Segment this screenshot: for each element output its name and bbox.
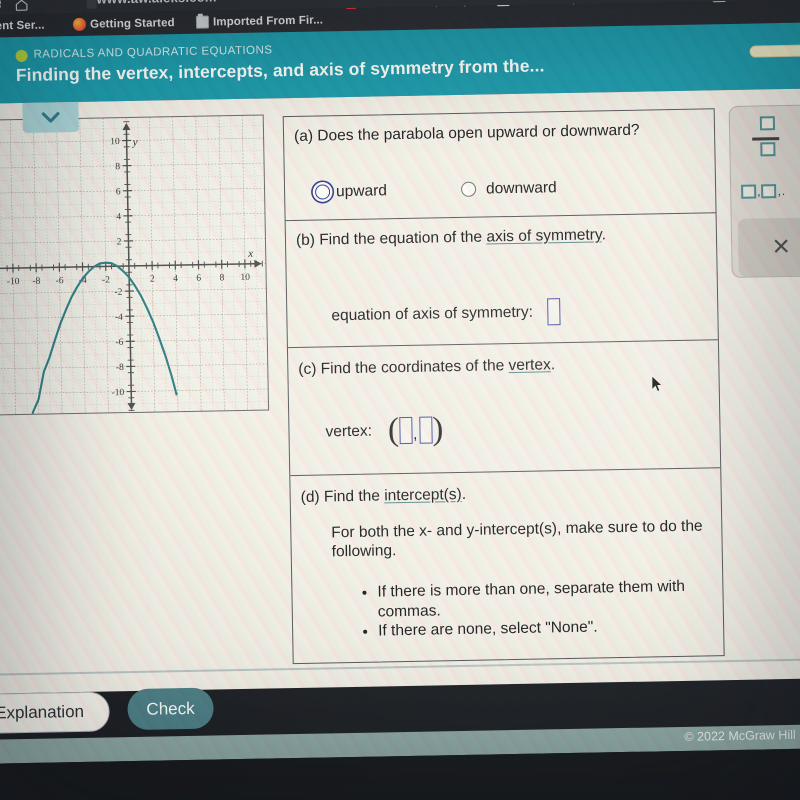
topic-status-dot-icon: [15, 49, 28, 63]
list-item: If there is more than one, separate them…: [377, 576, 715, 621]
svg-text:-2: -2: [102, 275, 110, 285]
comma-list-template-icon[interactable]: , , .: [741, 184, 785, 199]
h-badge-icon: H: [712, 0, 726, 3]
bookmark-imported-from-firefox[interactable]: Imported From Fir...: [195, 8, 324, 33]
home-icon[interactable]: [14, 0, 28, 12]
question-a: (a) Does the parabola open upward or dow…: [283, 109, 716, 222]
question-d-instruction: For both the x- and y-intercept(s), make…: [331, 517, 703, 561]
axis-of-symmetry-link[interactable]: axis of symmetry: [486, 226, 601, 245]
question-c-prompt-pre: (c) Find the coordinates of the: [298, 357, 509, 378]
vertex-label: vertex:: [325, 422, 373, 441]
svg-text:4: 4: [116, 212, 121, 222]
svg-text:-6: -6: [115, 338, 123, 348]
svg-text:4: 4: [173, 274, 178, 284]
question-d-prompt-pre: (d) Find the: [300, 487, 385, 506]
question-d-prompt-post: .: [461, 485, 467, 503]
vertex-comma: ,: [412, 425, 418, 443]
vertex-y-input[interactable]: [419, 416, 433, 444]
svg-text:y: y: [132, 136, 138, 148]
page-title: Finding the vertex, intercepts, and axis…: [15, 55, 545, 86]
axis-of-symmetry-input[interactable]: [546, 298, 561, 326]
svg-text:-8: -8: [32, 277, 40, 287]
question-d-bullets: If there is more than one, separate them…: [358, 576, 715, 641]
axis-of-symmetry-label: equation of axis of symmetry:: [331, 303, 534, 325]
svg-text:8: 8: [115, 162, 120, 172]
reload-icon[interactable]: [0, 0, 3, 13]
option-downward-label: downward: [485, 179, 557, 198]
option-downward[interactable]: downward: [460, 178, 557, 199]
check-button[interactable]: Check: [127, 687, 214, 731]
fraction-denominator-box-icon: [759, 141, 776, 156]
math-keypad-panel: , , . ×: [728, 104, 800, 278]
svg-text:-6: -6: [56, 276, 64, 286]
list-box-2-icon: [761, 184, 777, 199]
svg-text:6: 6: [196, 274, 201, 284]
intercepts-link[interactable]: intercept(s): [384, 486, 462, 504]
bookmark-client-ser[interactable]: & Client Ser...: [0, 14, 45, 38]
vertex-close-paren: ): [431, 411, 444, 448]
option-upward[interactable]: upward: [314, 181, 388, 202]
header-progress-pill: [749, 44, 800, 58]
mouse-cursor: [651, 375, 663, 392]
vertex-open-paren: (: [387, 412, 400, 449]
question-b: (b) Find the equation of the axis of sym…: [285, 213, 718, 349]
svg-text:x: x: [247, 248, 253, 260]
vertex-x-input[interactable]: [398, 416, 413, 445]
question-d: (d) Find the intercept(s). For both the …: [290, 468, 723, 662]
fraction-numerator-box-icon: [759, 116, 775, 131]
site-identity-icon: [86, 0, 97, 9]
svg-text:10: 10: [110, 137, 120, 147]
chevron-down-icon: [41, 112, 60, 123]
bookmark-label: & Client Ser...: [0, 19, 45, 33]
question-c-prompt-post: .: [550, 356, 556, 374]
svg-text:-2: -2: [114, 288, 122, 298]
copyright-text: © 2022 McGraw Hill LLC: [684, 727, 800, 744]
screenshot-root: www.aw.aleks.com & Client Ser... Getting…: [0, 0, 800, 800]
bookmark-label: Getting Started: [89, 16, 175, 31]
firefox-icon: [72, 17, 87, 31]
svg-text:-4: -4: [115, 313, 123, 323]
bookmark-h-badge[interactable]: H: [712, 0, 726, 7]
question-b-prompt-post: .: [601, 226, 606, 244]
topic-label: RADICALS AND QUADRATIC EQUATIONS: [33, 44, 273, 61]
question-c: (c) Find the coordinates of the vertex. …: [287, 340, 721, 477]
svg-text:2: 2: [150, 275, 155, 285]
question-b-answer-row: equation of axis of symmetry:: [331, 298, 561, 329]
question-c-prompt: (c) Find the coordinates of the vertex.: [298, 355, 555, 379]
vertex-link[interactable]: vertex: [508, 356, 551, 374]
list-box-1-icon: [741, 184, 757, 199]
bookmark-label: Imported From Fir...: [212, 13, 324, 28]
graph-canvas: -10 -8 -6 -4 -2 2 4 6 8 10-10-8-6-4-2246810xy: [0, 114, 270, 416]
option-upward-label: upward: [335, 182, 388, 201]
svg-text:6: 6: [116, 187, 121, 197]
list-ellipsis: .: [781, 183, 786, 199]
graph-collapse-tab[interactable]: [22, 101, 79, 133]
explanation-button[interactable]: Explanation: [0, 691, 110, 735]
svg-text:2: 2: [117, 237, 122, 247]
fraction-bar-icon: [752, 137, 780, 141]
question-d-prompt: (d) Find the intercept(s).: [301, 485, 467, 507]
clear-button[interactable]: ×: [737, 217, 800, 277]
question-b-prompt-pre: (b) Find the equation of the: [295, 228, 487, 249]
fraction-template-icon[interactable]: [752, 116, 783, 161]
question-b-prompt: (b) Find the equation of the axis of sym…: [296, 225, 606, 250]
url-text[interactable]: www.aw.aleks.com: [96, 0, 216, 7]
svg-text:10: 10: [240, 273, 250, 283]
folder-icon: [195, 15, 210, 29]
svg-text:8: 8: [220, 273, 225, 283]
svg-text:-10: -10: [7, 277, 20, 287]
question-a-prompt: (a) Does the parabola open upward or dow…: [293, 121, 640, 145]
radio-downward[interactable]: [460, 181, 477, 198]
parabola-graph[interactable]: -10 -8 -6 -4 -2 2 4 6 8 10 -10 -8 -6 -4 -2 2 4 6 8 10 x y: [0, 114, 270, 416]
svg-text:-10: -10: [111, 388, 124, 398]
list-comma-1: ,: [757, 184, 761, 199]
bookmark-getting-started[interactable]: Getting Started: [72, 11, 175, 36]
list-comma-2: ,: [777, 184, 781, 199]
question-c-answer-row: vertex: ( , ): [325, 411, 444, 449]
svg-text:-8: -8: [116, 363, 124, 373]
radio-upward[interactable]: [314, 184, 331, 200]
